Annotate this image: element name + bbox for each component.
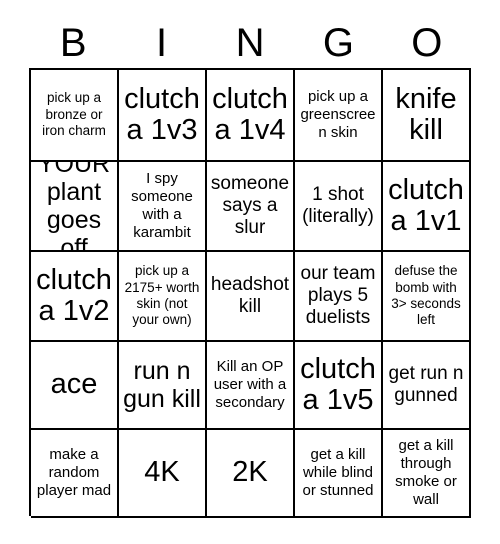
bingo-header-letter-i: I: [156, 21, 168, 65]
bingo-cell[interactable]: our team plays 5 duelists: [295, 252, 383, 342]
bingo-cell[interactable]: run n gun kill: [119, 342, 207, 430]
bingo-cell[interactable]: get a kill while blind or stunned: [295, 430, 383, 518]
bingo-cell-label: clutch a 1v1: [388, 173, 464, 237]
bingo-cell-label: run n gun kill: [123, 357, 201, 413]
bingo-cell-label: make a random player mad: [36, 446, 112, 499]
bingo-cell-label: clutch a 1v5: [300, 352, 376, 416]
bingo-cell-label: 4K: [144, 456, 180, 489]
bingo-header: B I N G O: [29, 18, 471, 68]
bingo-cell-label: someone says a slur: [210, 172, 290, 239]
bingo-cell[interactable]: YOUR plant goes off: [31, 162, 119, 252]
bingo-cell-label: clutch a 1v4: [212, 82, 288, 146]
bingo-cell-label: get run n gunned: [388, 362, 464, 406]
bingo-cell[interactable]: 2K: [207, 430, 295, 518]
bingo-cell[interactable]: I spy someone with a karambit: [119, 162, 207, 252]
bingo-cell-label: I spy someone with a karambit: [131, 170, 193, 241]
bingo-cell-label: get a kill through smoke or wall: [395, 437, 457, 508]
bingo-cell-label: pick up a greenscreen skin: [300, 88, 376, 141]
bingo-cell[interactable]: ace: [31, 342, 119, 430]
bingo-cell-label: ace: [50, 368, 98, 401]
bingo-cell[interactable]: pick up a 2175+ worth skin (not your own…: [119, 252, 207, 342]
bingo-grid: pick up a bronze or iron charm clutch a 1…: [29, 68, 471, 518]
bingo-cell[interactable]: pick up a greenscreen skin: [295, 70, 383, 162]
bingo-header-letter-b: B: [59, 21, 87, 65]
bingo-cell[interactable]: clutch a 1v5: [295, 342, 383, 430]
bingo-cell[interactable]: clutch a 1v4: [207, 70, 295, 162]
bingo-cell[interactable]: clutch a 1v2: [31, 252, 119, 342]
bingo-cell-label: our team plays 5 duelists: [300, 262, 376, 329]
bingo-cell-label: headshot kill: [210, 273, 290, 317]
bingo-cell[interactable]: clutch a 1v1: [383, 162, 471, 252]
bingo-cell[interactable]: knife kill: [383, 70, 471, 162]
bingo-header-letter-g: G: [322, 21, 354, 65]
bingo-cell-label: pick up a 2175+ worth skin (not your own…: [124, 263, 200, 328]
bingo-cell-label: clutch a 1v2: [36, 263, 112, 327]
bingo-cell[interactable]: get run n gunned: [383, 342, 471, 430]
bingo-cell[interactable]: 4K: [119, 430, 207, 518]
bingo-cell-label: 2K: [232, 456, 268, 489]
bingo-cell-label: clutch a 1v3: [124, 82, 200, 146]
bingo-cell-label: pick up a bronze or iron charm: [42, 90, 106, 139]
bingo-card: B I N G O pick up a bronze or iron charm…: [0, 0, 500, 544]
bingo-cell-label: defuse the bomb with 3> seconds left: [391, 263, 461, 328]
bingo-header-letter-n: N: [235, 21, 265, 65]
bingo-header-letter-o: O: [411, 21, 443, 65]
bingo-cell-label: YOUR plant goes off: [37, 162, 111, 252]
bingo-cell[interactable]: pick up a bronze or iron charm: [31, 70, 119, 162]
bingo-cell[interactable]: someone says a slur: [207, 162, 295, 252]
bingo-cell-label: 1 shot (literally): [302, 183, 374, 227]
bingo-cell[interactable]: get a kill through smoke or wall: [383, 430, 471, 518]
bingo-cell-label: Kill an OP user with a secondary: [213, 358, 287, 411]
bingo-cell[interactable]: make a random player mad: [31, 430, 119, 518]
bingo-cell[interactable]: 1 shot (literally): [295, 162, 383, 252]
bingo-cell[interactable]: clutch a 1v3: [119, 70, 207, 162]
bingo-cell-label: get a kill while blind or stunned: [302, 446, 374, 499]
bingo-cell-label: knife kill: [395, 82, 457, 146]
bingo-cell[interactable]: Kill an OP user with a secondary: [207, 342, 295, 430]
bingo-cell[interactable]: defuse the bomb with 3> seconds left: [383, 252, 471, 342]
bingo-cell[interactable]: headshot kill: [207, 252, 295, 342]
